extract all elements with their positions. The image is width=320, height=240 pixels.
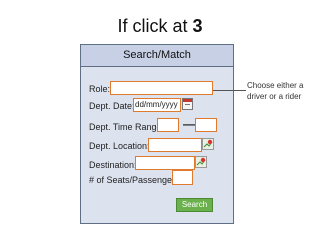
callout-line-2: driver or a rider [247,92,302,101]
map-pin-icon[interactable] [195,156,207,168]
role-label: Role: [89,84,111,94]
slide-title-number: 3 [192,16,203,36]
search-match-panel: Search/Match [80,44,234,224]
role-field[interactable] [110,81,213,95]
callout-connector [213,90,246,91]
dept-date-label: Dept. Date: [89,101,135,111]
destination-label: Destination: [89,160,137,170]
callout-line-1: Choose either a [247,81,304,90]
calendar-icon[interactable] [182,98,193,110]
panel-header: Search/Match [81,45,233,67]
dept-date-value: dd/mm/yyyy [135,100,178,109]
dept-date-field[interactable]: dd/mm/yyyy [133,98,181,112]
search-button[interactable]: Search [176,198,213,212]
dept-time-start-field[interactable] [157,118,179,132]
slide-title: If click at 3 [0,16,320,36]
time-range-separator: — [183,117,195,131]
destination-field[interactable] [135,156,195,170]
seats-field[interactable] [172,170,193,185]
seats-label: # of Seats/Passengers: [89,175,183,185]
dept-time-range-label: Dept. Time Range: [89,122,165,132]
slide-title-prefix: If click at [117,16,193,36]
role-callout: Choose either a driver or a rider [247,80,303,102]
map-pin-icon[interactable] [202,138,214,150]
dept-location-label: Dept. Location: [89,141,150,151]
dept-location-field[interactable] [148,138,202,152]
dept-time-end-field[interactable] [195,118,217,132]
